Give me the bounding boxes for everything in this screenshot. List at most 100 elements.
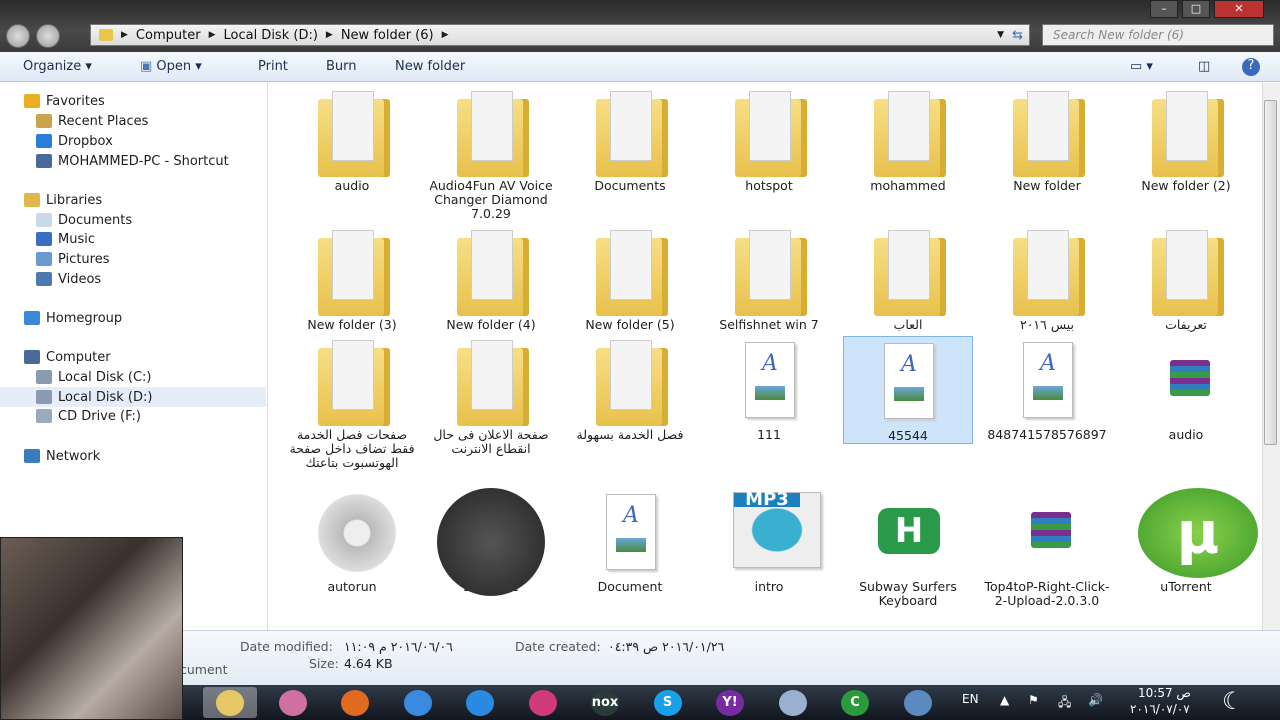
- sidebar-item-music[interactable]: Music: [0, 229, 266, 249]
- file-item[interactable]: A 848741578576897: [982, 336, 1112, 442]
- taskbar-skype[interactable]: S: [641, 687, 695, 718]
- network-tray-icon[interactable]: 🖧: [1058, 693, 1071, 714]
- sidebar-item-libraries[interactable]: Libraries: [0, 190, 266, 210]
- volume-icon[interactable]: 🔊: [1088, 693, 1103, 707]
- sidebar-item-local-disk-d[interactable]: Local Disk (D:): [0, 387, 266, 407]
- sidebar-item-network[interactable]: Network: [0, 446, 266, 466]
- view-options-icon[interactable]: ▭ ▾: [1130, 59, 1153, 74]
- sidebar-item-local-disk-c[interactable]: Local Disk (C:): [0, 367, 266, 387]
- sidebar-item-computer[interactable]: Computer: [0, 347, 266, 367]
- file-item[interactable]: Top4toP-Right-Click-2-Upload-2.0.3.0: [982, 488, 1112, 608]
- file-item[interactable]: Audio4Fun AV Voice Changer Diamond 7.0.2…: [426, 87, 556, 221]
- breadcrumb-new-folder-6[interactable]: New folder (6): [341, 28, 434, 43]
- file-item[interactable]: A Document: [565, 488, 695, 594]
- winrar-archive-icon: [1031, 512, 1071, 548]
- file-item[interactable]: mohammed: [843, 87, 973, 193]
- file-item[interactable]: A 111: [704, 336, 834, 442]
- sidebar-item-label: Homegroup: [46, 310, 123, 326]
- refresh-icon[interactable]: ⇆: [1012, 28, 1023, 43]
- forward-button[interactable]: [36, 24, 60, 48]
- file-item[interactable]: Documents: [565, 87, 695, 193]
- file-item[interactable]: فصل الخدمة بسهولة: [565, 336, 695, 442]
- file-item[interactable]: New folder (4): [426, 226, 556, 332]
- taskbar-yahoo-messenger[interactable]: Y!: [703, 687, 757, 718]
- file-item[interactable]: audio: [1121, 336, 1251, 442]
- show-hidden-icons[interactable]: ▲: [1000, 693, 1009, 707]
- taskbar-photo[interactable]: [266, 687, 320, 718]
- address-bar[interactable]: ▶ Computer ▶ Local Disk (D:) ▶ New folde…: [90, 24, 1030, 46]
- help-icon[interactable]: ?: [1242, 58, 1260, 76]
- file-item[interactable]: µ uTorrent: [1121, 488, 1258, 594]
- sidebar-item-recent-places[interactable]: Recent Places: [0, 111, 266, 131]
- breadcrumb-computer[interactable]: Computer: [136, 28, 201, 43]
- clock-time[interactable]: 10:57 ص: [1138, 686, 1191, 700]
- firefox-icon: [341, 689, 369, 716]
- print-button[interactable]: Print: [258, 59, 288, 74]
- taskbar-app-s[interactable]: [516, 687, 570, 718]
- file-item[interactable]: صفحة الاعلان فى حال انقطاع الانترنت: [426, 336, 556, 456]
- webcam-overlay: [0, 537, 183, 720]
- file-item[interactable]: صفحات فصل الخدمة فقط تضاف داخل صفحة الهو…: [287, 336, 417, 470]
- sidebar-item-cd-drive-f[interactable]: CD Drive (F:): [0, 406, 266, 426]
- search-input[interactable]: Search New folder (6): [1042, 24, 1274, 46]
- sidebar-item-pictures[interactable]: Pictures: [0, 249, 266, 269]
- open-button[interactable]: ▣ Open ▾: [140, 59, 202, 74]
- drive-icon: [36, 390, 52, 404]
- sidebar-item-favorites[interactable]: Favorites: [0, 91, 266, 111]
- taskbar-explorer[interactable]: [203, 687, 257, 718]
- minimize-button[interactable]: –: [1150, 0, 1178, 18]
- file-item[interactable]: DLLSuite: [426, 488, 556, 596]
- close-button[interactable]: ✕: [1214, 0, 1264, 18]
- file-item[interactable]: تعريفات: [1121, 226, 1251, 332]
- file-item[interactable]: Selfishnet win 7: [704, 226, 834, 332]
- folder-icon: [1152, 91, 1224, 177]
- file-item[interactable]: New folder (5): [565, 226, 695, 332]
- action-center-flag-icon[interactable]: ⚑: [1028, 693, 1039, 707]
- file-item[interactable]: H Subway Surfers Keyboard: [843, 488, 973, 608]
- sidebar-item-homegroup[interactable]: Homegroup: [0, 308, 266, 328]
- preview-pane-icon[interactable]: ◫: [1198, 59, 1210, 74]
- burn-button[interactable]: Burn: [326, 59, 357, 74]
- folder-icon: [596, 230, 668, 316]
- file-name: فصل الخدمة بسهولة: [576, 427, 684, 442]
- breadcrumb-local-disk-d[interactable]: Local Disk (D:): [223, 28, 317, 43]
- file-name: Documents: [594, 178, 666, 193]
- folder-icon: [318, 340, 390, 426]
- sidebar-item-dropbox[interactable]: Dropbox: [0, 131, 266, 151]
- taskbar-internet-explorer[interactable]: [453, 687, 507, 718]
- file-name: intro: [754, 579, 784, 594]
- size-value: 4.64 KB: [344, 656, 393, 671]
- taskbar-chrome[interactable]: [391, 687, 445, 718]
- organize-button[interactable]: Organize ▾: [23, 59, 92, 74]
- sidebar-item-videos[interactable]: Videos: [0, 269, 266, 289]
- scrollbar-thumb[interactable]: [1264, 100, 1277, 445]
- taskbar-screen[interactable]: [891, 687, 945, 718]
- taskbar-document-viewer[interactable]: [766, 687, 820, 718]
- screen-icon: [903, 689, 932, 716]
- file-item[interactable]: autorun: [287, 488, 417, 594]
- taskbar-firefox[interactable]: [328, 687, 382, 718]
- maximize-button[interactable]: □: [1182, 0, 1210, 18]
- file-item[interactable]: New folder: [982, 87, 1112, 193]
- file-item[interactable]: العاب: [843, 226, 973, 332]
- file-item[interactable]: MP3 intro: [704, 488, 834, 594]
- file-item[interactable]: A 45544: [843, 336, 973, 444]
- folder-icon: [735, 230, 807, 316]
- folder-icon: [596, 91, 668, 177]
- new-folder-button[interactable]: New folder: [395, 59, 465, 74]
- clock-date[interactable]: ٢٠١٦/٠٧/٠٧: [1130, 702, 1190, 716]
- file-item[interactable]: hotspot: [704, 87, 834, 193]
- back-button[interactable]: [6, 24, 30, 48]
- taskbar-nox[interactable]: nox: [578, 687, 632, 718]
- file-name: Subway Surfers Keyboard: [859, 579, 957, 608]
- file-item[interactable]: audio: [287, 87, 417, 193]
- file-item[interactable]: بيس ٢٠١٦: [982, 226, 1112, 332]
- file-item[interactable]: New folder (2): [1121, 87, 1251, 193]
- address-dropdown-icon[interactable]: ▼: [997, 30, 1004, 40]
- sidebar-item-documents[interactable]: Documents: [0, 210, 266, 230]
- folder-icon: [735, 91, 807, 177]
- language-indicator[interactable]: EN: [962, 692, 979, 706]
- taskbar-camtasia[interactable]: C: [828, 687, 882, 718]
- sidebar-item-mohammed-pc-shortcut[interactable]: MOHAMMED-PC - Shortcut: [0, 151, 266, 171]
- file-item[interactable]: New folder (3): [287, 226, 417, 332]
